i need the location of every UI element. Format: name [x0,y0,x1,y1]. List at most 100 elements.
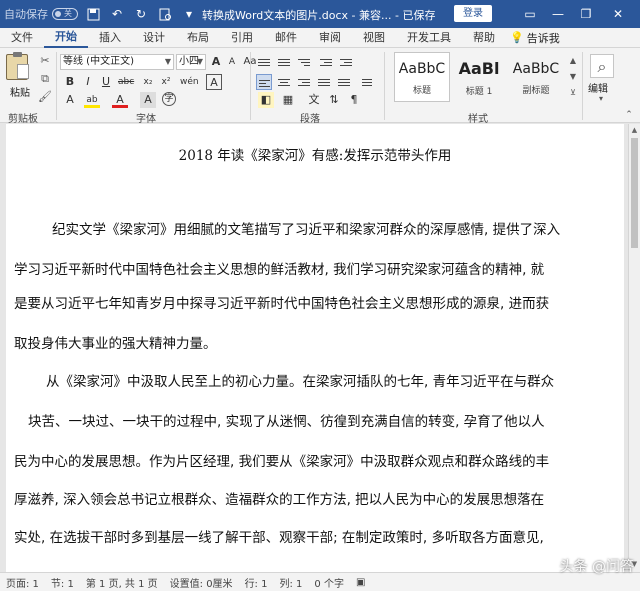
tab-layout[interactable]: 布局 [176,28,220,48]
status-section[interactable]: 节: 1 [45,575,80,590]
minimize-button[interactable]: — [548,4,568,24]
tab-file[interactable]: 文件 [0,28,44,48]
decrease-indent-icon[interactable] [318,54,334,70]
tab-mailings[interactable]: 邮件 [264,28,308,48]
search-icon[interactable]: ⌕ [590,54,614,78]
scroll-thumb[interactable] [631,138,638,248]
tab-view[interactable]: 视图 [352,28,396,48]
tab-developer[interactable]: 开发工具 [396,28,462,48]
tell-me-label: 告诉我 [526,31,560,45]
distributed-icon[interactable] [336,74,352,90]
paste-icon [6,52,29,80]
paragraph-line: 取投身伟大事业的强大精神力量。 [14,336,217,352]
align-left-icon[interactable] [256,74,272,90]
font-size-select[interactable]: 小四 ▼ [176,54,206,70]
italic-button[interactable]: I [80,74,96,90]
styles-scroll-up-icon[interactable]: ▲ [566,54,580,68]
tab-references[interactable]: 引用 [220,28,264,48]
phonetic-guide-button[interactable]: wén [180,74,199,90]
tab-home[interactable]: 开始 [44,28,88,48]
status-setting[interactable]: 设置值: 0厘米 [164,575,239,590]
char-shading-icon[interactable]: A [140,92,156,108]
watermark: 头条 @问答 [559,559,634,575]
multilevel-list-icon[interactable] [296,54,312,70]
status-page[interactable]: 页面: 1 [0,575,45,590]
status-row[interactable]: 行: 1 [239,575,274,590]
page[interactable]: 2018 年读《梁家河》有感:发挥示范带头作用 纪实文学《梁家河》用细腻的文笔描… [6,124,624,572]
style-title[interactable]: AaBbC 标题 [394,52,450,102]
autosave-state: 关 [64,9,72,18]
style-sample: AaBl [458,59,500,78]
font-name-select[interactable]: 等线 (中文正文) ▼ [60,54,174,70]
text-effects-icon[interactable]: A [62,92,78,108]
paragraph-line: 是要从习近平七年知青岁月中探寻习近平新时代中国特色社会主义思想形成的源泉, 进而… [14,296,550,312]
tab-design[interactable]: 设计 [132,28,176,48]
style-name: 标题 1 [465,87,493,97]
status-col[interactable]: 列: 1 [273,575,308,590]
collapse-ribbon-icon[interactable]: ⌃ [622,108,636,122]
shrink-font-button[interactable]: A [224,54,240,70]
line-spacing-icon[interactable] [358,74,374,90]
align-right-icon[interactable] [296,74,312,90]
tell-me[interactable]: 💡 告诉我 [510,30,560,46]
print-preview-icon[interactable] [156,5,174,23]
character-border-button[interactable]: A [206,74,222,90]
shading-icon[interactable]: ◧ [258,92,274,108]
font-name-value: 等线 (中文正文) [63,56,134,67]
autosave-toggle[interactable]: 关 [52,8,78,20]
document-area[interactable]: 2018 年读《梁家河》有感:发挥示范带头作用 纪实文学《梁家河》用细腻的文笔描… [0,124,628,572]
format-painter-icon[interactable]: 🖌 [38,90,52,104]
redo-icon[interactable]: ↻ [132,5,150,23]
grow-font-button[interactable]: A [208,54,224,70]
chinese-layout-icon[interactable]: 文 [306,92,322,108]
close-button[interactable]: ✕ [608,4,628,24]
styles-more-icon[interactable]: ⊻ [566,86,580,100]
style-name: 副标题 [522,86,550,96]
tab-review[interactable]: 审阅 [308,28,352,48]
highlight-button[interactable]: ab [84,92,100,108]
login-button[interactable]: 登录 [454,5,492,22]
undo-icon[interactable]: ↶ [108,5,126,23]
sort-icon[interactable]: ⇅ [326,92,342,108]
justify-icon[interactable] [316,74,332,90]
status-page-of[interactable]: 第 1 页, 共 1 页 [80,575,164,590]
save-icon[interactable] [84,5,102,23]
styles-group-label: 样式 [468,114,488,125]
borders-icon[interactable]: ▦ [280,92,296,108]
numbering-icon[interactable] [276,54,292,70]
proofing-icon[interactable]: ▣ [350,577,371,588]
style-sample: AaBbC [512,61,560,77]
subscript-button[interactable]: x₂ [140,74,156,90]
bullets-icon[interactable] [256,54,272,70]
underline-button[interactable]: U [98,74,114,90]
restore-button[interactable]: ❐ [576,4,596,24]
copy-icon[interactable]: ⧉ [38,72,52,86]
paragraph-line: 从《梁家河》中汲取人民至上的初心力量。在梁家河插队的七年, 青年习近平在与群众 [46,374,555,390]
ribbon: 粘贴 ✂ ⧉ 🖌 剪贴板 等线 (中文正文) ▼ 小四 ▼ A A Aa B I… [0,48,640,125]
tab-help[interactable]: 帮助 [462,28,506,48]
scroll-up-icon[interactable]: ▲ [629,126,640,134]
font-color-button[interactable]: A [112,92,128,108]
style-subtitle[interactable]: AaBbC 副标题 [508,52,564,102]
chevron-down-icon[interactable]: ▾ [594,92,608,106]
paste-button[interactable] [6,52,32,84]
show-marks-icon[interactable]: ¶ [346,92,362,108]
align-center-icon[interactable] [276,74,292,90]
customize-qat-icon[interactable]: ▾ [180,5,198,23]
cut-icon[interactable]: ✂ [38,54,52,68]
autosave-label: 自动保存 [4,8,48,21]
increase-indent-icon[interactable] [338,54,354,70]
toggle-knob [55,11,61,17]
superscript-button[interactable]: x² [158,74,174,90]
ribbon-display-icon[interactable]: ▭ [520,4,540,24]
bold-button[interactable]: B [62,74,78,90]
strikethrough-button[interactable]: abc [118,74,134,90]
styles-scroll-down-icon[interactable]: ▼ [566,70,580,84]
status-word-count[interactable]: 0 个字 [308,575,350,590]
tab-insert[interactable]: 插入 [88,28,132,48]
document-title: 转换成Word文本的图片.docx - 兼容... - 已保存 [202,9,436,22]
style-heading-1[interactable]: AaBl 标题 1 [452,52,506,102]
style-name: 标题 [412,86,431,96]
vertical-scrollbar[interactable]: ▲ ▼ [628,124,640,572]
enclose-char-icon[interactable]: 字 [162,92,176,106]
